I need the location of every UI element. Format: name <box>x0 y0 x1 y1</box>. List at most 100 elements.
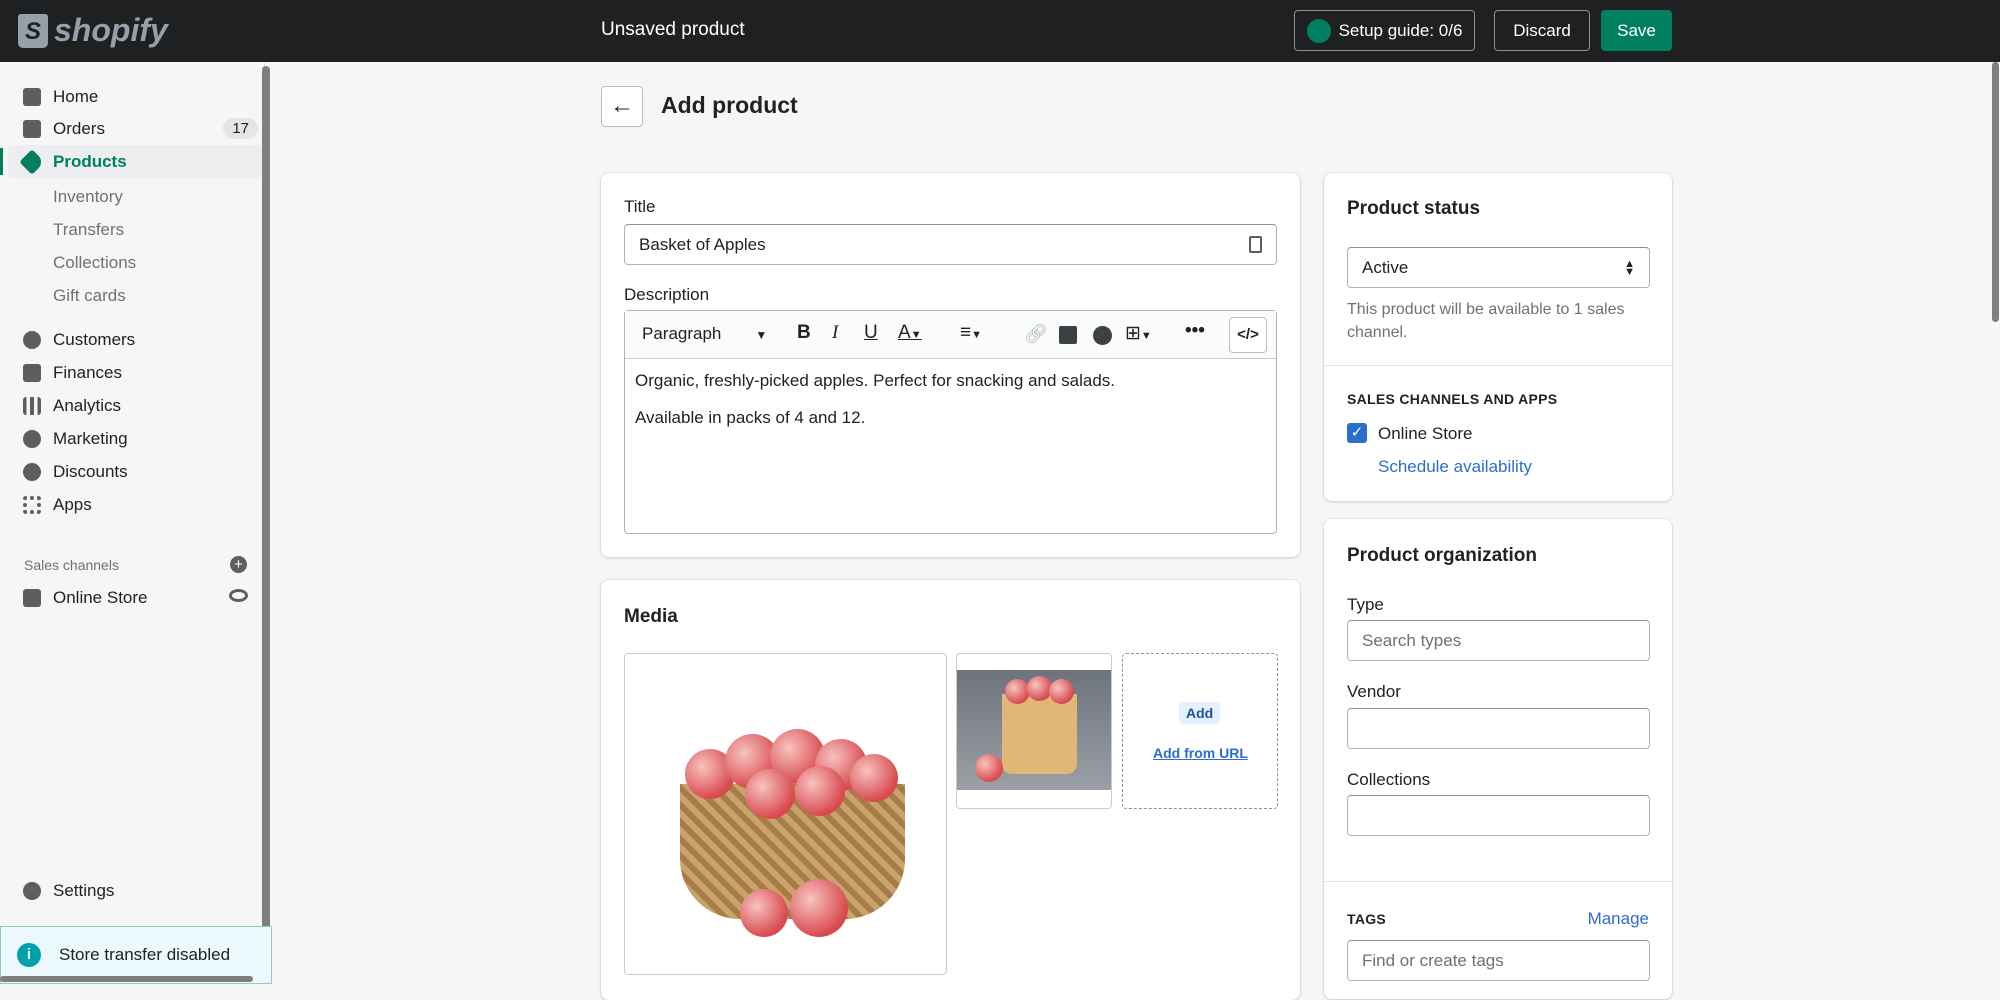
divider <box>1324 365 1672 366</box>
media-dropzone[interactable]: Add Add from URL <box>1122 653 1278 809</box>
save-button[interactable]: Save <box>1601 10 1672 51</box>
sidebar-item-inventory[interactable]: Inventory <box>0 180 262 213</box>
setup-guide-label: Setup guide: 0/6 <box>1338 20 1463 40</box>
page-status-title: Unsaved product <box>601 19 745 40</box>
label: Customers <box>53 329 136 349</box>
label: Products <box>53 151 127 171</box>
apps-icon <box>23 495 41 514</box>
type-label: Type <box>1347 595 1384 614</box>
more-icon[interactable]: ••• <box>1185 320 1205 342</box>
manage-tags-link[interactable]: Manage <box>1588 909 1649 929</box>
product-organization-title: Product organization <box>1347 545 1537 566</box>
tags-placeholder: Find or create tags <box>1362 950 1504 970</box>
format-select[interactable]: Paragraph ▼ <box>642 324 767 344</box>
image-icon[interactable] <box>1059 326 1077 344</box>
page-title: Add product <box>661 92 798 118</box>
sidebar-item-orders[interactable]: Orders 17 <box>0 112 262 145</box>
underline-icon[interactable]: U <box>864 322 878 344</box>
select-arrows-icon: ▲ ▼ <box>1624 257 1635 278</box>
add-channel-icon[interactable]: + <box>230 556 247 573</box>
add-media-button[interactable]: Add <box>1179 702 1221 724</box>
arrow-left-icon: ← <box>610 92 634 119</box>
label: Home <box>53 86 99 106</box>
tags-input[interactable]: Find or create tags <box>1347 940 1650 981</box>
target-icon <box>23 429 41 448</box>
video-icon[interactable] <box>1093 326 1112 345</box>
title-input[interactable]: Basket of Apples <box>624 224 1277 265</box>
description-line[interactable]: Available in packs of 4 and 12. <box>635 408 865 428</box>
vendor-input[interactable] <box>1347 708 1650 749</box>
eye-icon[interactable] <box>229 589 248 602</box>
shopify-logo[interactable]: Sshopify <box>18 12 168 49</box>
sales-channels-heading: Sales channels <box>24 557 119 573</box>
media-title: Media <box>624 606 678 627</box>
caret-down-icon: ▼ <box>755 328 768 342</box>
page-scrollbar[interactable] <box>1992 62 1999 322</box>
schedule-availability-link[interactable]: Schedule availability <box>1378 457 1532 477</box>
sidebar-item-apps[interactable]: Apps <box>0 488 262 521</box>
discard-button[interactable]: Discard <box>1494 10 1590 51</box>
sidebar-item-online-store[interactable]: Online Store <box>0 581 262 614</box>
sidebar-item-analytics[interactable]: Analytics <box>0 389 262 422</box>
sidebar-item-settings[interactable]: Settings <box>0 874 262 907</box>
status-help-text: This product will be available to 1 sale… <box>1347 301 1625 341</box>
contact-card-icon <box>1249 236 1262 253</box>
sidebar-scrollbar[interactable] <box>262 66 270 966</box>
title-value: Basket of Apples <box>639 234 766 254</box>
label: Finances <box>53 362 122 382</box>
media-image-thumbnail[interactable] <box>956 653 1112 809</box>
label: Discounts <box>53 461 128 481</box>
back-button[interactable]: ← <box>601 86 643 127</box>
bar-chart-icon <box>23 396 41 415</box>
sidebar-item-home[interactable]: Home <box>0 80 262 113</box>
store-icon <box>23 588 41 607</box>
media-image-main[interactable] <box>624 653 947 975</box>
sidebar-item-customers[interactable]: Customers <box>0 323 262 356</box>
home-icon <box>23 87 41 106</box>
label: Settings <box>53 880 115 900</box>
type-input[interactable]: Search types <box>1347 620 1650 661</box>
title-description-card: Title Basket of Apples Description Parag… <box>601 173 1300 557</box>
inbox-icon <box>23 119 41 138</box>
format-value: Paragraph <box>642 324 722 343</box>
sidebar-item-finances[interactable]: Finances <box>0 356 262 389</box>
italic-icon[interactable]: I <box>832 322 838 344</box>
status-select[interactable]: Active ▲ ▼ <box>1347 247 1650 288</box>
divider <box>1324 881 1672 882</box>
sidebar-item-marketing[interactable]: Marketing <box>0 422 262 455</box>
description-editor: Paragraph ▼ B I U A▼ ≡▼ 🔗︎ ⊞▼ ••• </> Org… <box>624 310 1277 534</box>
setup-guide-button[interactable]: Setup guide: 0/6 <box>1294 10 1475 51</box>
sidebar-item-products[interactable]: Products <box>8 145 262 178</box>
code-view-icon[interactable]: </> <box>1229 317 1267 353</box>
media-card: Media Add Add from URL <box>601 580 1300 1000</box>
horizontal-scrollbar[interactable] <box>0 976 253 982</box>
description-line[interactable]: Organic, freshly-picked apples. Perfect … <box>635 371 1115 391</box>
person-icon <box>23 330 41 349</box>
collections-label: Collections <box>1347 770 1431 789</box>
sidebar-item-collections[interactable]: Collections <box>0 246 262 279</box>
align-icon[interactable]: ≡▼ <box>960 322 982 344</box>
tags-caption: TAGS <box>1347 911 1387 927</box>
collections-input[interactable] <box>1347 795 1650 836</box>
status-value: Active <box>1362 257 1409 277</box>
flag-icon <box>1306 18 1331 43</box>
text-color-icon[interactable]: A▼ <box>898 322 922 344</box>
bold-icon[interactable]: B <box>797 322 811 344</box>
store-transfer-text: Store transfer disabled <box>59 945 231 964</box>
add-from-url-link[interactable]: Add from URL <box>1153 745 1248 761</box>
table-icon[interactable]: ⊞▼ <box>1125 322 1152 345</box>
sidebar-item-transfers[interactable]: Transfers <box>0 213 262 246</box>
label: Online Store <box>53 587 148 607</box>
title-label: Title <box>624 197 656 216</box>
link-icon[interactable]: 🔗︎ <box>1024 322 1048 346</box>
product-status-card: Product status Active ▲ ▼ This product wil… <box>1324 173 1672 501</box>
editor-toolbar: Paragraph ▼ B I U A▼ ≡▼ 🔗︎ ⊞▼ ••• </> <box>625 311 1276 359</box>
label: Apps <box>53 494 92 514</box>
sidebar: Home Orders 17 Products Inventory Transfe… <box>0 62 270 984</box>
online-store-checkbox[interactable]: ✓ <box>1347 423 1367 443</box>
type-placeholder: Search types <box>1362 630 1462 650</box>
gear-icon <box>23 881 41 900</box>
sidebar-item-discounts[interactable]: Discounts <box>0 455 262 488</box>
sidebar-item-gift-cards[interactable]: Gift cards <box>0 279 262 312</box>
description-label: Description <box>624 285 710 304</box>
